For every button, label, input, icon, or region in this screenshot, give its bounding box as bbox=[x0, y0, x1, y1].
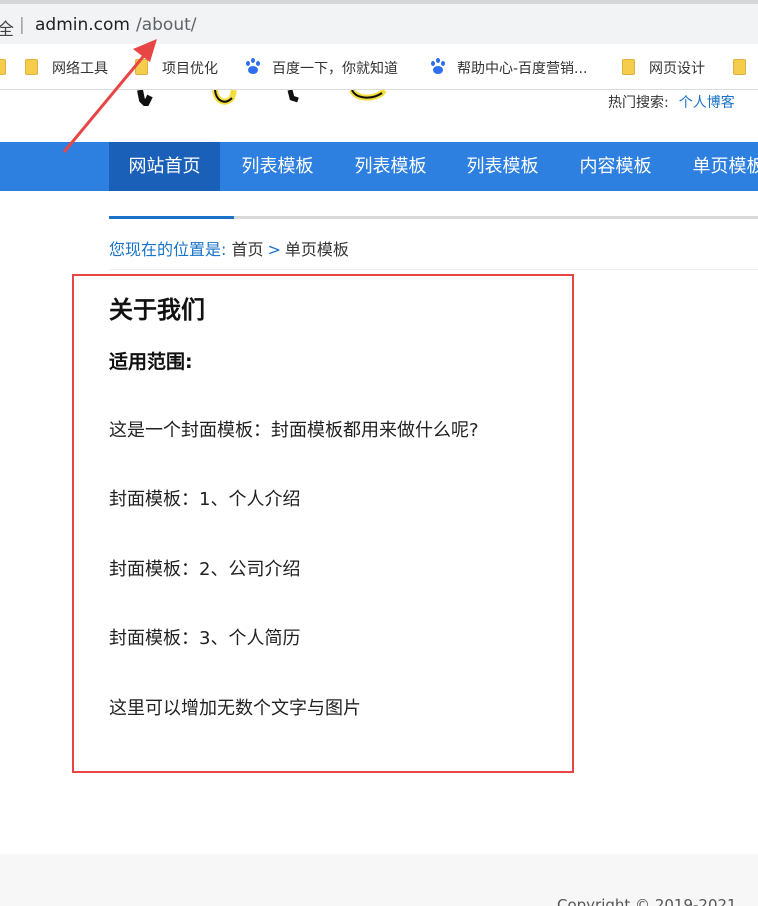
breadcrumb-current[interactable]: 单页模板 bbox=[285, 240, 349, 259]
address-security-text: 全 bbox=[0, 20, 14, 40]
article-paragraph: 封面模板：3、个人简历 bbox=[109, 628, 301, 649]
nav-item-list-2[interactable]: 列表模板 bbox=[335, 142, 446, 191]
bookmark-project-optimize[interactable]: 项目优化 bbox=[162, 58, 218, 78]
bookmark-baidu-help[interactable]: 帮助中心-百度营销... bbox=[457, 58, 587, 78]
article-paragraph: 封面模板：2、公司介绍 bbox=[109, 559, 301, 580]
address-host[interactable]: admin.com bbox=[35, 15, 130, 35]
nav-item-list-1[interactable]: 列表模板 bbox=[222, 142, 333, 191]
page-title: 关于我们 bbox=[109, 296, 205, 324]
bookmark-web-design[interactable]: 网页设计 bbox=[649, 58, 705, 78]
main-nav: 网站首页 列表模板 列表模板 列表模板 内容模板 单页模板 bbox=[0, 142, 758, 191]
site-logo bbox=[137, 90, 387, 106]
address-separator: | bbox=[19, 15, 25, 35]
article-paragraph: 这里可以增加无数个文字与图片 bbox=[109, 698, 361, 719]
breadcrumb-divider-accent bbox=[109, 216, 234, 219]
bookmarks-bar: 网络工具 项目优化 百度一下，你就知道 帮助中心-百度营销... 网页设计 bbox=[0, 44, 758, 90]
address-bar[interactable]: 全 | admin.com /about/ bbox=[0, 4, 758, 44]
nav-item-list-3[interactable]: 列表模板 bbox=[447, 142, 558, 191]
hot-search: 热门搜索: 个人博客 bbox=[608, 92, 735, 112]
bookmark-network-tools[interactable]: 网络工具 bbox=[52, 58, 108, 78]
address-path[interactable]: /about/ bbox=[136, 15, 197, 35]
folder-icon bbox=[622, 59, 635, 75]
breadcrumb-home-link[interactable]: 首页 bbox=[232, 240, 264, 259]
footer-copyright: Copyright © 2019-2021 bbox=[557, 896, 737, 906]
folder-icon bbox=[135, 59, 148, 75]
nav-item-home[interactable]: 网站首页 bbox=[109, 142, 220, 191]
folder-icon bbox=[25, 59, 38, 75]
section-subtitle: 适用范围: bbox=[109, 351, 193, 373]
baidu-paw-icon bbox=[429, 57, 447, 75]
breadcrumb: 您现在的位置是: 首页 > 单页模板 bbox=[109, 236, 349, 260]
bookmark-baidu-search[interactable]: 百度一下，你就知道 bbox=[272, 58, 398, 78]
content-divider bbox=[109, 269, 758, 270]
hot-search-link[interactable]: 个人博客 bbox=[679, 95, 735, 111]
breadcrumb-separator: > bbox=[267, 240, 281, 259]
breadcrumb-label: 您现在的位置是: bbox=[109, 240, 227, 259]
nav-item-content[interactable]: 内容模板 bbox=[560, 142, 671, 191]
folder-icon bbox=[733, 59, 746, 75]
folder-icon bbox=[0, 59, 6, 75]
article-paragraph: 这是一个封面模板：封面模板都用来做什么呢? bbox=[109, 420, 479, 441]
hot-search-label: 热门搜索: bbox=[608, 95, 669, 111]
article-paragraph: 封面模板：1、个人介绍 bbox=[109, 489, 301, 510]
nav-item-single-page[interactable]: 单页模板 bbox=[673, 142, 758, 191]
baidu-paw-icon bbox=[244, 57, 262, 75]
